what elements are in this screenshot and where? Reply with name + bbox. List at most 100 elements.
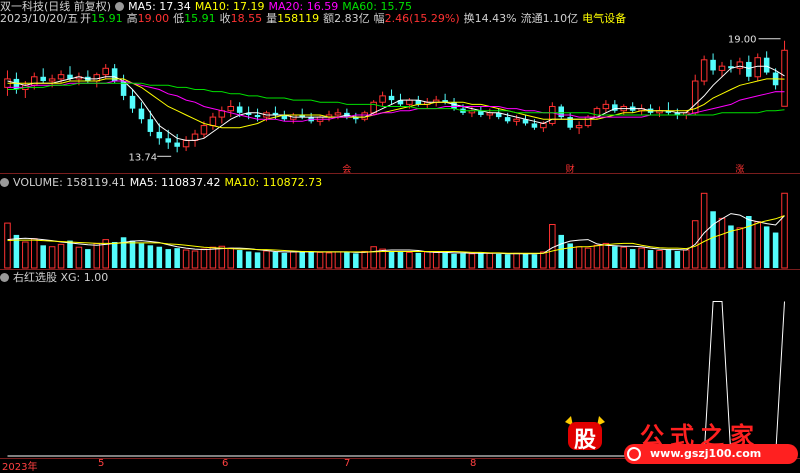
candle-body (451, 102, 457, 109)
volume-bar (781, 192, 788, 269)
high-label: 高 (126, 12, 138, 25)
volume-bar (772, 232, 779, 268)
candle-body (746, 61, 752, 77)
panel-separator (0, 173, 800, 174)
candle-body (200, 125, 208, 135)
volume-bar (22, 241, 29, 269)
open-value: 15.91 (91, 12, 123, 25)
candle-body (182, 139, 190, 148)
candle-body (218, 110, 226, 118)
candle-body (379, 95, 386, 103)
high-value: 19.00 (137, 12, 170, 25)
candle-body (13, 78, 20, 90)
volume-bar (549, 224, 556, 269)
watermark-url: www.gszj100.com (650, 447, 762, 460)
settings-dot-icon[interactable] (115, 2, 125, 11)
x-axis-label-may: 5 (98, 458, 105, 469)
candle-body (147, 119, 154, 132)
volume-bar (40, 245, 46, 268)
candle-body (102, 67, 109, 76)
volume-bar (763, 226, 770, 268)
candle-body (567, 117, 573, 128)
volume-bar (638, 247, 645, 269)
volume-bar (316, 251, 324, 269)
candle-body (602, 103, 610, 110)
sector-value: 电气设备 (582, 12, 627, 25)
candle-body (174, 142, 180, 147)
volume-bar (593, 244, 601, 269)
candle-body (549, 105, 556, 124)
volume-bar (165, 249, 172, 268)
candle-body (138, 108, 145, 120)
volume-bar (486, 252, 494, 269)
volume-bar (344, 252, 350, 268)
volume-bar (665, 249, 672, 268)
volume-label: 量 (266, 12, 278, 25)
volume-bar (620, 246, 628, 269)
settings-dot-icon[interactable] (0, 178, 9, 187)
volume-bar (478, 252, 484, 268)
volume-bar (602, 242, 610, 269)
indicator-header: 右红选股 XG: 1.00 (0, 271, 112, 284)
volume-bar (129, 240, 136, 268)
float-label: 流通 (520, 12, 543, 25)
volume-bar (4, 222, 11, 269)
candle-body (575, 125, 583, 129)
float-value: 1.10亿 (542, 12, 579, 25)
volume-bar (746, 216, 752, 268)
volume-bar (290, 251, 297, 269)
volume-bar (308, 251, 314, 268)
low-value: 15.91 (184, 12, 216, 25)
candle-body (129, 95, 136, 109)
candle-body (57, 74, 65, 80)
x-axis-label-jun: 6 (222, 458, 229, 469)
indicator-reading: 右红选股 XG: 1.00 (13, 271, 109, 284)
candle-body (710, 59, 716, 71)
candle-body (40, 76, 46, 82)
x-axis-label-jul: 7 (344, 458, 351, 469)
candle-body (388, 95, 395, 101)
stock-chart[interactable]: 19.0013.74会财涨 (0, 0, 800, 471)
candle-body (156, 131, 163, 139)
candle-body (406, 99, 413, 105)
candle-body (540, 122, 547, 129)
volume-bar (406, 251, 413, 269)
volume-bar (468, 253, 476, 269)
volume-bar (558, 234, 565, 268)
quote-date: 2023/10/20/五 (0, 12, 79, 25)
candle-body (781, 49, 788, 107)
volume-bar (629, 249, 636, 268)
volume-bar (504, 254, 511, 268)
volume-bar (397, 251, 404, 268)
volume-bar (209, 246, 217, 269)
x-axis-label-aug: 8 (470, 458, 477, 469)
volume-bar (432, 251, 440, 269)
volume-bar (281, 252, 288, 268)
candle-body (209, 116, 217, 127)
volume-bar (531, 254, 538, 268)
volume-bar (236, 250, 243, 268)
candle-body (531, 123, 538, 128)
volume-reading: VOLUME: 158119.41 (13, 176, 126, 189)
volume-bar (718, 217, 726, 269)
low-label: 低 (173, 12, 185, 25)
volume-bar (370, 246, 377, 269)
volume-bar (174, 248, 180, 268)
volume-bar (656, 250, 663, 269)
volume-bar (48, 246, 56, 269)
volume-bar (111, 242, 118, 268)
watermark-logo-char: 股 (574, 427, 597, 453)
volume-bar (683, 249, 690, 269)
candle-body (227, 105, 235, 112)
candle-body (370, 101, 377, 114)
volume-bar (67, 240, 73, 268)
candle-body (48, 78, 56, 82)
settings-dot-icon[interactable] (0, 273, 9, 282)
panel-separator (0, 269, 800, 270)
volume-bar (442, 252, 448, 268)
amount-label: 额 (323, 12, 335, 25)
volume-bar (218, 245, 226, 269)
volume-bar (191, 250, 199, 269)
volume-bar (415, 252, 422, 268)
watermark-logo-icon: 股 (562, 414, 608, 453)
